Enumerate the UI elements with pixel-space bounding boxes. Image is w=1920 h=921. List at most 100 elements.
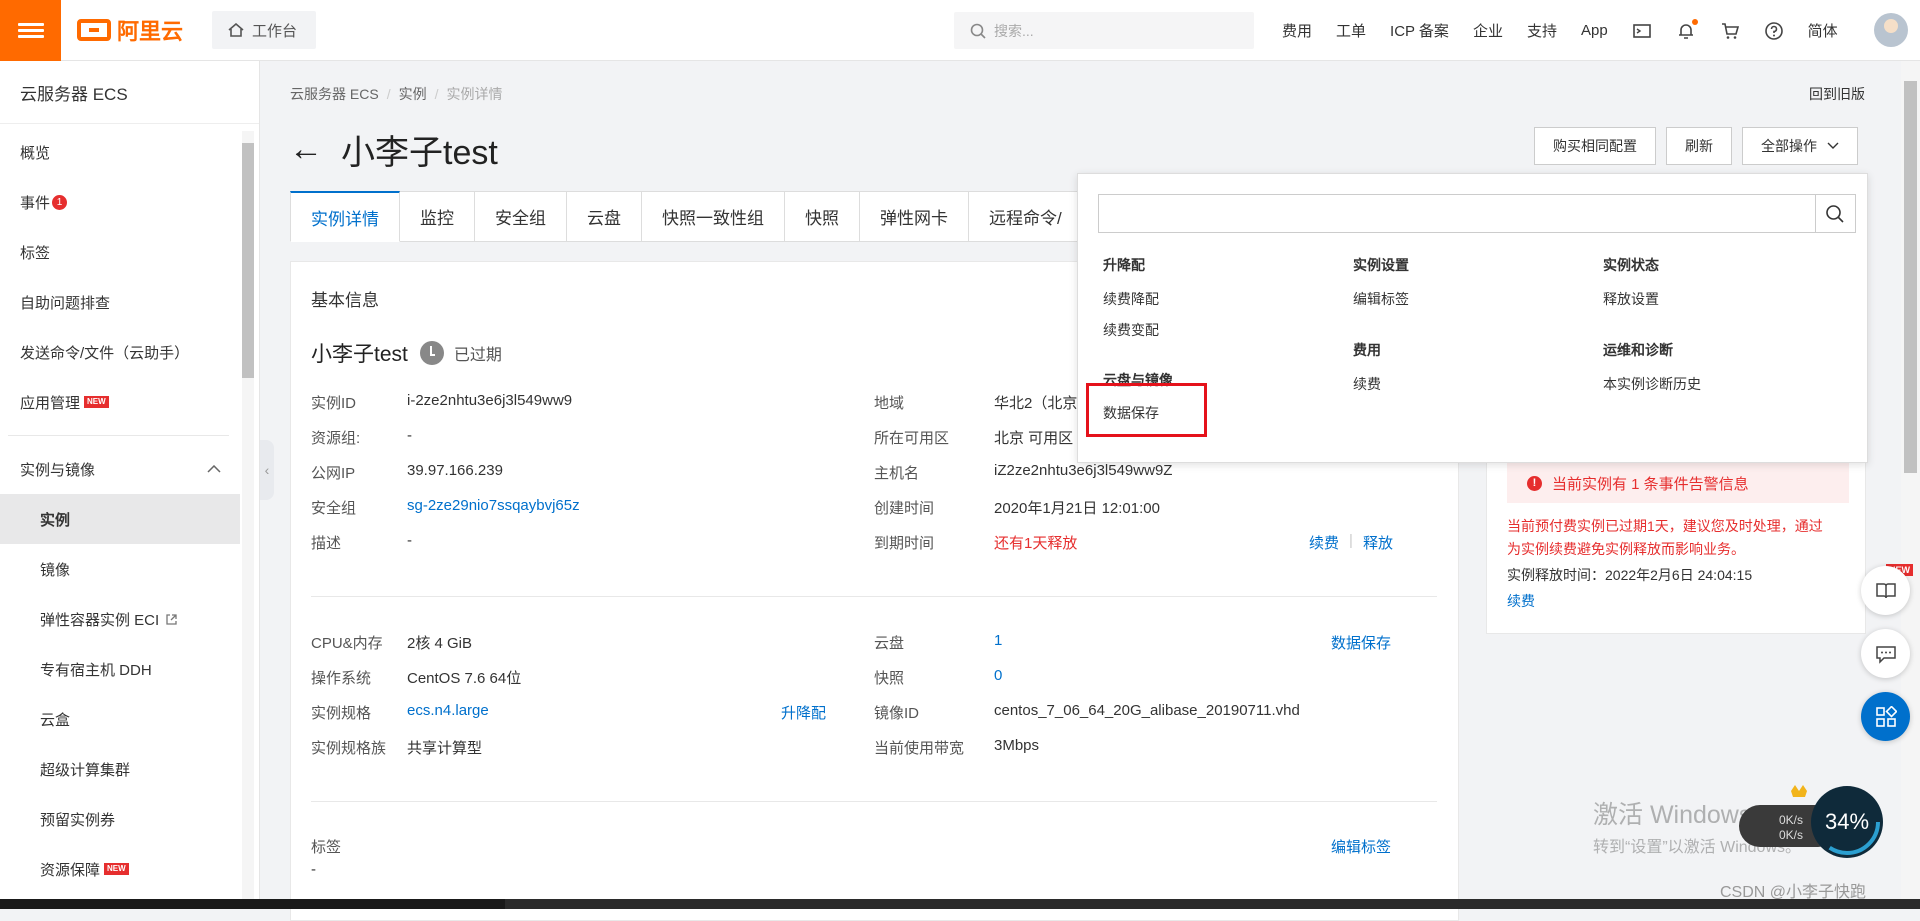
tab-snapshots[interactable]: 快照	[785, 191, 860, 242]
terminal-icon[interactable]	[1632, 21, 1652, 41]
section-divider	[311, 596, 1437, 597]
tab-eni[interactable]: 弹性网卡	[860, 191, 969, 242]
tab-remote-commands[interactable]: 远程命令/	[969, 191, 1083, 242]
event-alert[interactable]: ! 当前实例有 1 条事件告警信息	[1507, 463, 1849, 503]
field-label: 实例规格	[311, 705, 372, 722]
option-diagnosis-history[interactable]: 本实例诊断历史	[1603, 374, 1701, 394]
operations-search-button[interactable]	[1815, 194, 1856, 233]
data-save-link[interactable]: 数据保存	[1331, 632, 1391, 653]
highlight-box	[1086, 383, 1207, 437]
tags-value: -	[311, 861, 316, 878]
nav-enterprise[interactable]: 企业	[1473, 20, 1503, 41]
workbench-button[interactable]: 工作台	[212, 11, 316, 49]
scrollbar-thumb[interactable]	[1904, 81, 1917, 473]
group-upgrade: 升降配	[1103, 257, 1145, 273]
breadcrumb-instances[interactable]: 实例	[399, 86, 427, 102]
option-renew[interactable]: 续费	[1353, 374, 1381, 394]
field-resource-group: 资源组:	[311, 427, 360, 448]
chat-icon[interactable]	[1861, 629, 1910, 678]
sidebar-item-tags[interactable]: 标签	[0, 227, 259, 277]
sidebar-item-events[interactable]: 事件 1	[0, 177, 259, 227]
apps-icon[interactable]	[1861, 692, 1910, 741]
instance-type-link[interactable]: ecs.n4.large	[407, 702, 489, 719]
option-release-settings[interactable]: 释放设置	[1603, 289, 1659, 309]
tab-disks[interactable]: 云盘	[567, 191, 642, 242]
nav-tickets[interactable]: 工单	[1336, 20, 1366, 41]
field-instance-type: 实例规格	[311, 702, 371, 723]
all-operations-button[interactable]: 全部操作	[1742, 127, 1858, 165]
nav-fees[interactable]: 费用	[1282, 20, 1312, 41]
aliyun-logo[interactable]: 阿里云	[77, 14, 183, 46]
security-group-link[interactable]: sg-2ze29nio7ssqaybvj65z	[407, 497, 580, 514]
event-count-badge: 1	[52, 194, 68, 210]
renew-link[interactable]: 续费	[1309, 532, 1339, 553]
field-label: 主机名	[874, 465, 920, 482]
user-avatar[interactable]	[1874, 13, 1908, 47]
sidebar-item-instances[interactable]: 实例	[0, 494, 240, 544]
nav-app[interactable]: App	[1581, 22, 1608, 39]
global-search[interactable]: 搜索...	[954, 12, 1254, 49]
field-expiry: 到期时间	[874, 532, 934, 553]
sidebar-item-eci[interactable]: 弹性容器实例 ECI	[0, 594, 259, 644]
field-cpu-mem: CPU&内存	[311, 632, 383, 653]
edit-tags-link[interactable]: 编辑标签	[1331, 836, 1391, 857]
field-os: 操作系统	[311, 667, 371, 688]
disk-count-link[interactable]: 1	[994, 632, 1002, 649]
option-renew-change[interactable]: 续费变配	[1103, 320, 1159, 340]
cart-icon[interactable]	[1720, 21, 1740, 41]
sidebar-item-label: 超级计算集群	[40, 761, 131, 779]
public-ip-value: 39.97.166.239	[407, 462, 503, 479]
tab-instance-details[interactable]: 实例详情	[290, 191, 400, 242]
book-icon[interactable]	[1861, 566, 1910, 615]
tab-monitoring[interactable]: 监控	[400, 191, 475, 242]
option-edit-tags[interactable]: 编辑标签	[1353, 289, 1409, 309]
breadcrumb-ecs[interactable]: 云服务器 ECS	[290, 86, 379, 102]
new-tag: NEW	[104, 863, 129, 875]
sidebar-item-supercompute[interactable]: 超级计算集群	[0, 744, 259, 794]
back-to-old-version[interactable]: 回到旧版	[1809, 84, 1865, 104]
help-icon[interactable]	[1764, 21, 1784, 41]
field-created: 创建时间	[874, 497, 934, 518]
tab-snapshot-consistency[interactable]: 快照一致性组	[642, 191, 785, 242]
panel-renew-link[interactable]: 续费	[1507, 591, 1535, 611]
sidebar-item-overview[interactable]: 概览	[0, 127, 259, 177]
page-scrollbar[interactable]	[1901, 61, 1920, 909]
detail-tabs: 实例详情 监控 安全组 云盘 快照一致性组 快照 弹性网卡 远程命令/	[290, 191, 1083, 242]
scrollbar-thumb[interactable]	[242, 143, 254, 378]
taskbar-left	[0, 899, 505, 909]
option-renew-downgrade[interactable]: 续费降配	[1103, 289, 1159, 309]
chevron-up-icon	[207, 465, 221, 473]
search-icon	[970, 23, 986, 39]
nav-support[interactable]: 支持	[1527, 20, 1557, 41]
release-link[interactable]: 释放	[1363, 532, 1393, 553]
search-icon	[1826, 204, 1844, 223]
bell-icon[interactable]	[1676, 18, 1698, 41]
network-speed-widget[interactable]: 0K/s 0K/s 34%	[1737, 783, 1885, 861]
tab-security-groups[interactable]: 安全组	[475, 191, 567, 242]
operations-search-input[interactable]	[1098, 194, 1816, 233]
field-label: 公网IP	[311, 465, 356, 482]
sidebar-item-troubleshoot[interactable]: 自助问题排查	[0, 277, 259, 327]
language-switch[interactable]: 简体	[1808, 20, 1838, 41]
download-speed: 0K/s	[1779, 828, 1804, 842]
sidebar-item-label: 云盒	[40, 711, 71, 729]
os-value: CentOS 7.6 64位	[407, 670, 522, 687]
expiry-value: 还有1天释放	[994, 535, 1078, 552]
sidebar-item-images[interactable]: 镜像	[0, 544, 259, 594]
snapshot-count-link[interactable]: 0	[994, 667, 1002, 684]
nav-icp[interactable]: ICP 备案	[1390, 20, 1449, 41]
sidebar-item-reserved[interactable]: 预留实例券	[0, 794, 259, 844]
sidebar-scrollbar[interactable]	[242, 131, 254, 901]
sidebar-item-cloud-box[interactable]: 云盒	[0, 694, 259, 744]
sidebar-item-app-management[interactable]: 应用管理 NEW	[0, 377, 259, 427]
sidebar-item-ddh[interactable]: 专有宿主机 DDH	[0, 644, 259, 694]
sidebar-item-resource-assurance[interactable]: 资源保障 NEW	[0, 844, 259, 894]
buy-same-config-button[interactable]: 购买相同配置	[1534, 127, 1656, 165]
upgrade-link[interactable]: 升降配	[781, 702, 826, 723]
sidebar-group-instances-images[interactable]: 实例与镜像	[0, 444, 259, 494]
menu-icon[interactable]	[0, 0, 61, 61]
refresh-button[interactable]: 刷新	[1666, 127, 1732, 165]
sidebar-item-cloud-assistant[interactable]: 发送命令/文件（云助手）	[0, 327, 259, 377]
field-tags: 标签	[311, 836, 341, 857]
back-arrow-icon[interactable]: ←	[289, 130, 323, 169]
